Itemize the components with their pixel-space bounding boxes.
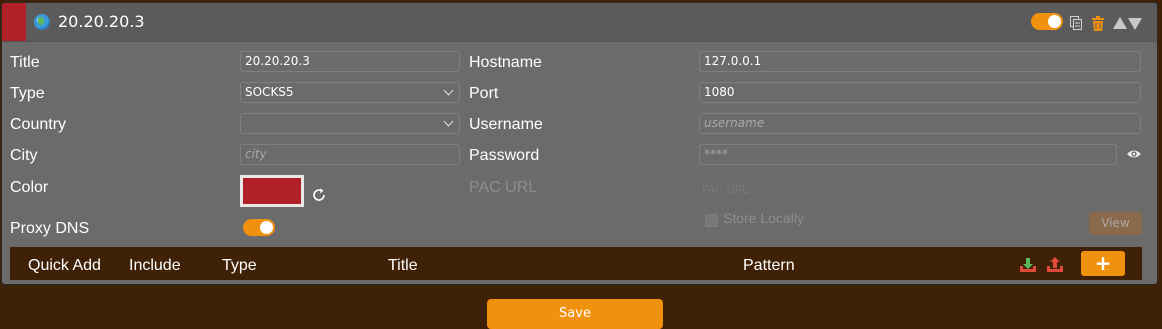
country-label: Country xyxy=(10,116,67,133)
store-locally-label: Store Locally xyxy=(723,210,804,226)
proxy-card: 20.20.20.3 Title 20.20.20.3 Type SOCKS5 … xyxy=(1,2,1158,285)
country-select[interactable] xyxy=(240,113,460,134)
chevron-down-icon xyxy=(443,85,454,96)
copy-icon[interactable] xyxy=(1070,16,1082,30)
proxy-color-strip xyxy=(2,3,26,41)
city-placeholder: city xyxy=(245,147,267,161)
proxy-title: 20.20.20.3 xyxy=(58,12,145,31)
hostname-value: 127.0.0.1 xyxy=(704,54,762,68)
export-icon[interactable] xyxy=(1046,257,1064,273)
proxy-dns-toggle[interactable] xyxy=(243,219,275,236)
title-label: Title xyxy=(10,54,40,71)
add-pattern-button[interactable]: + xyxy=(1081,251,1125,276)
chevron-down-icon xyxy=(443,116,454,127)
column-type: Type xyxy=(222,257,257,274)
password-label: Password xyxy=(469,147,540,164)
port-label: Port xyxy=(469,85,499,102)
city-label: City xyxy=(10,147,38,164)
password-placeholder: **** xyxy=(704,147,728,161)
port-input[interactable]: 1080 xyxy=(699,82,1141,103)
proxy-card-header[interactable]: 20.20.20.3 xyxy=(2,3,1157,42)
title-input[interactable]: 20.20.20.3 xyxy=(240,51,460,72)
hostname-input[interactable]: 127.0.0.1 xyxy=(699,51,1141,72)
type-select[interactable]: SOCKS5 xyxy=(240,82,460,103)
type-label: Type xyxy=(10,85,45,102)
column-include: Include xyxy=(129,257,181,274)
hostname-label: Hostname xyxy=(469,54,542,71)
username-label: Username xyxy=(469,116,543,133)
globe-icon xyxy=(34,14,50,30)
pac-url-input[interactable]: PAC URL xyxy=(702,183,748,196)
city-input[interactable]: city xyxy=(240,144,460,165)
column-title: Title xyxy=(388,257,418,274)
save-button[interactable]: Save xyxy=(487,299,663,329)
move-down-icon[interactable] xyxy=(1128,18,1142,30)
username-input[interactable]: username xyxy=(699,113,1141,134)
pac-url-label: PAC URL xyxy=(469,179,538,196)
toggle-knob xyxy=(260,221,273,234)
column-pattern: Pattern xyxy=(743,257,795,274)
proxy-enabled-toggle[interactable] xyxy=(1031,13,1063,30)
trash-icon[interactable] xyxy=(1092,16,1104,31)
move-up-icon[interactable] xyxy=(1113,17,1127,29)
port-value: 1080 xyxy=(704,85,735,99)
username-placeholder: username xyxy=(704,116,765,130)
title-value: 20.20.20.3 xyxy=(245,54,310,68)
import-icon[interactable] xyxy=(1019,257,1037,273)
toggle-knob xyxy=(1048,15,1061,28)
view-button[interactable]: View xyxy=(1089,212,1142,235)
type-value: SOCKS5 xyxy=(245,85,294,99)
column-quick-add: Quick Add xyxy=(28,257,101,274)
refresh-icon[interactable] xyxy=(311,187,327,203)
patterns-header: Quick Add Include Type Title Pattern + xyxy=(10,247,1142,280)
color-label: Color xyxy=(10,179,49,196)
store-locally-checkbox[interactable] xyxy=(705,214,718,227)
proxy-dns-label: Proxy DNS xyxy=(10,220,90,237)
eye-icon[interactable] xyxy=(1126,148,1142,160)
color-picker[interactable] xyxy=(240,175,304,207)
password-input[interactable]: **** xyxy=(699,144,1117,165)
